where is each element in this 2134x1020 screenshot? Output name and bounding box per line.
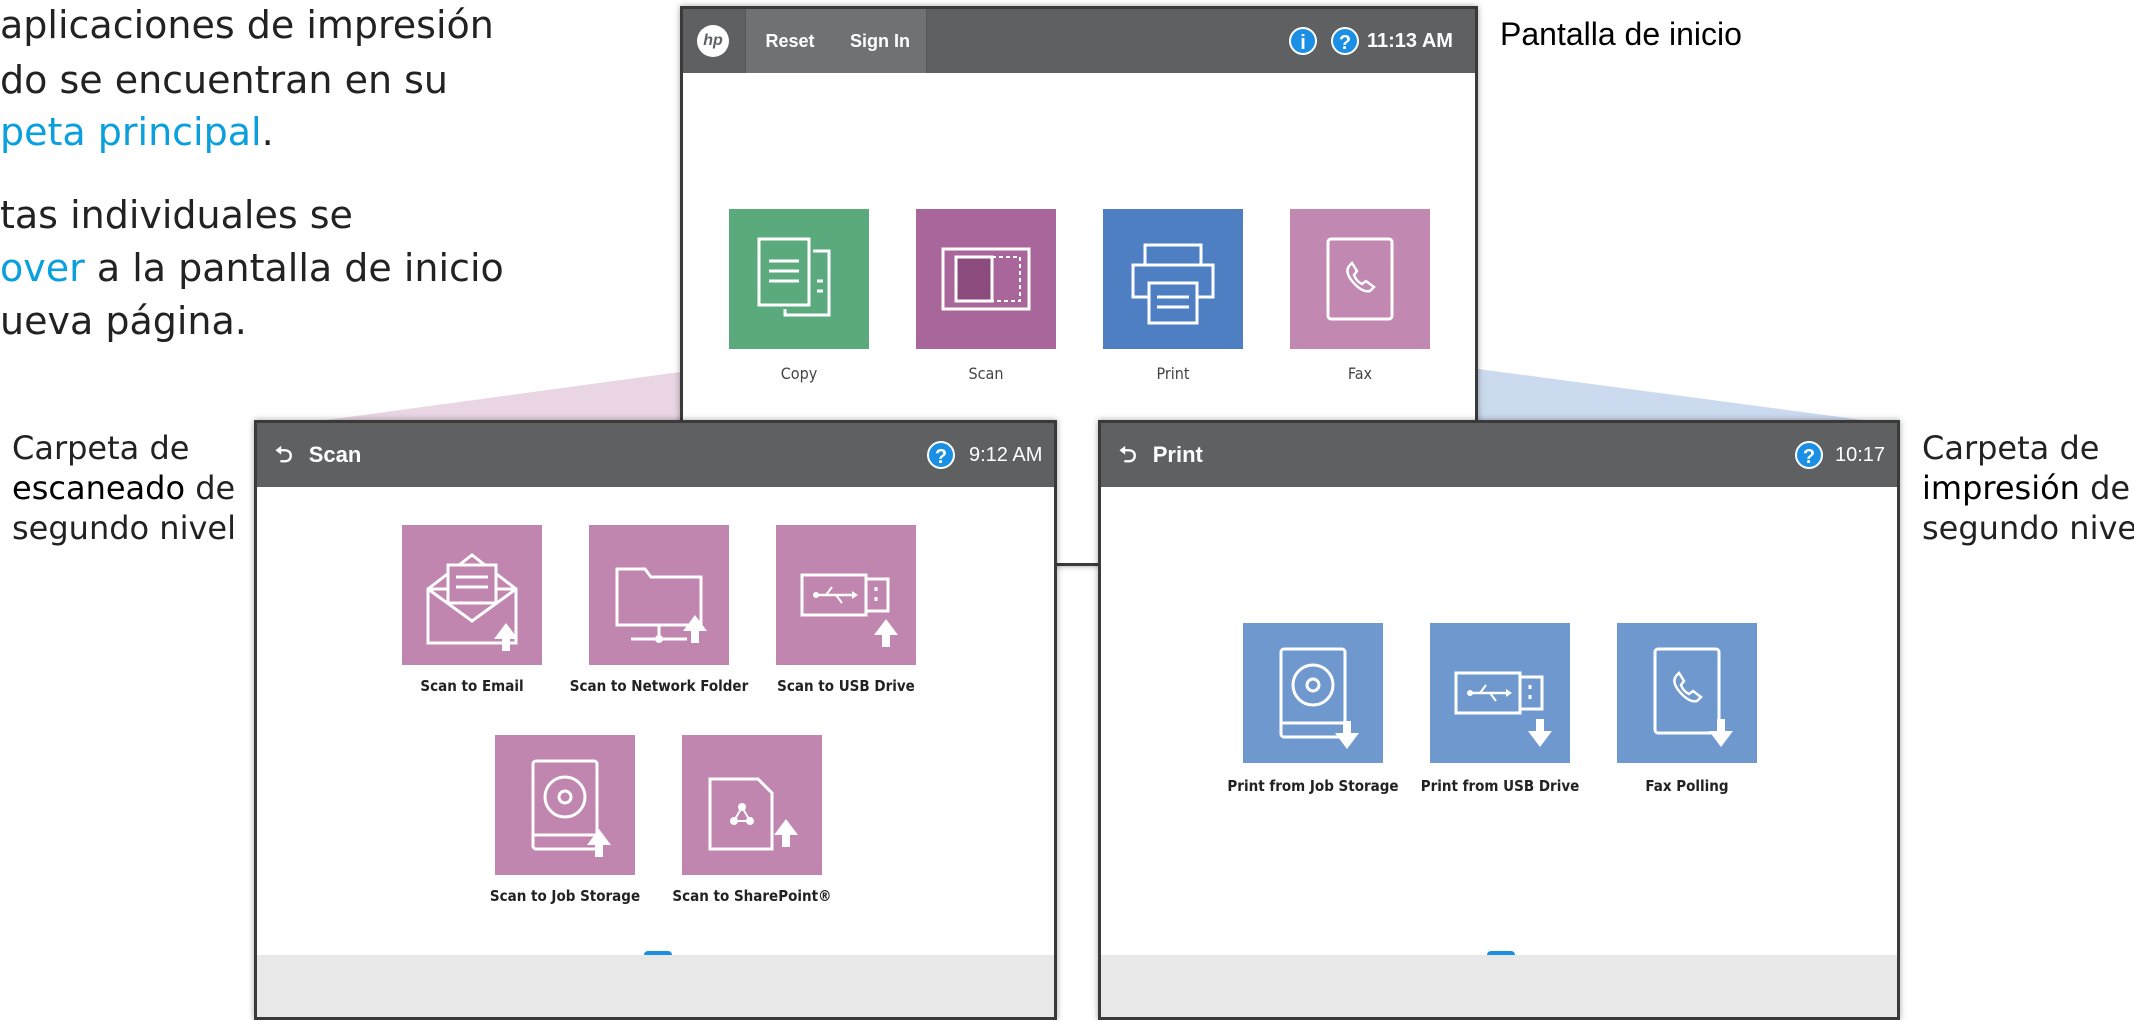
scan-topbar: ⮌ Scan ? 9:12 AM xyxy=(257,423,1054,487)
help-icon[interactable]: ? xyxy=(1331,27,1359,55)
scan-to-network-folder-tile[interactable] xyxy=(589,525,729,665)
home-topbar: hp Reset Sign In i ? 11:13 AM xyxy=(683,9,1475,73)
storage-upload-icon xyxy=(495,735,635,875)
help-icon[interactable]: ? xyxy=(927,441,955,469)
caption-line: segundo nivel xyxy=(12,509,236,547)
caption-tail: de xyxy=(185,469,236,507)
scan-to-usb-drive-tile[interactable] xyxy=(776,525,916,665)
network-folder-upload-icon xyxy=(589,525,729,665)
fax-polling-label: Fax Polling xyxy=(1645,777,1729,795)
print-title: Print xyxy=(1152,442,1203,467)
clock: 9:12 AM xyxy=(969,444,1043,466)
scan-screen: ⮌ Scan ? 9:12 AM Scan to Email Scan to N… xyxy=(254,420,1057,1020)
print-from-usb-drive-tile[interactable] xyxy=(1430,623,1570,763)
hp-logo-icon[interactable]: hp xyxy=(697,25,729,57)
sharepoint-upload-icon xyxy=(682,735,822,875)
print-from-job-storage-tile[interactable] xyxy=(1243,623,1383,763)
reset-button[interactable]: Reset xyxy=(745,9,835,73)
scan-to-email-tile[interactable] xyxy=(402,525,542,665)
usb-download-icon xyxy=(1430,623,1570,763)
copy-app-tile[interactable] xyxy=(729,209,869,349)
clock: 11:13 AM xyxy=(1367,30,1453,52)
scan-icon xyxy=(916,209,1056,349)
print-app-tile[interactable] xyxy=(1103,209,1243,349)
print-caption: Carpeta de impresión de segundo nivel xyxy=(1922,428,2134,548)
sign-in-button[interactable]: Sign In xyxy=(834,9,927,73)
back-arrow-icon: ⮌ xyxy=(1119,442,1137,467)
fax-app-tile[interactable] xyxy=(1290,209,1430,349)
caption-tail: de xyxy=(2079,469,2131,507)
print-icon xyxy=(1103,209,1243,349)
print-topbar: ⮌ Print ? 10:17 xyxy=(1101,423,1897,487)
scan-to-sharepoint-tile[interactable] xyxy=(682,735,822,875)
storage-download-icon xyxy=(1243,623,1383,763)
caption-line: segundo nivel xyxy=(1922,509,2134,547)
caption-line: impresión de xyxy=(1922,468,2134,508)
back-button[interactable]: ⮌ Scan xyxy=(275,423,361,487)
fax-download-icon xyxy=(1617,623,1757,763)
caption-line: Carpeta de xyxy=(1922,429,2100,467)
scan-to-job-storage-tile[interactable] xyxy=(495,735,635,875)
caption-line: Carpeta de xyxy=(12,429,190,467)
print-screen: ⮌ Print ? 10:17 Print from Job Storage P… xyxy=(1098,420,1900,1020)
back-button[interactable]: ⮌ Print xyxy=(1119,423,1203,487)
back-arrow-icon: ⮌ xyxy=(275,442,293,467)
help-icon[interactable]: ? xyxy=(1795,441,1823,469)
scan-app-tile[interactable] xyxy=(916,209,1056,349)
caption-line: escaneado de xyxy=(12,468,236,508)
fax-polling-tile[interactable] xyxy=(1617,623,1757,763)
scan-title: Scan xyxy=(308,442,362,467)
clock: 10:17 xyxy=(1835,444,1886,466)
usb-upload-icon xyxy=(776,525,916,665)
scan-to-usb-drive-label: Scan to USB Drive xyxy=(777,677,915,695)
copy-icon xyxy=(729,209,869,349)
scan-caption: Carpeta de escaneado de segundo nivel xyxy=(12,428,236,548)
caption-bold: escaneado xyxy=(12,469,186,507)
scan-to-sharepoint-label: Scan to SharePoint® xyxy=(672,887,832,905)
fax-icon xyxy=(1290,209,1430,349)
email-upload-icon xyxy=(402,525,542,665)
caption-bold: impresión xyxy=(1922,469,2080,507)
fax-label: Fax xyxy=(1347,364,1373,383)
info-icon[interactable]: i xyxy=(1289,27,1317,55)
home-screen-caption: Pantalla de inicio xyxy=(1500,16,1742,52)
